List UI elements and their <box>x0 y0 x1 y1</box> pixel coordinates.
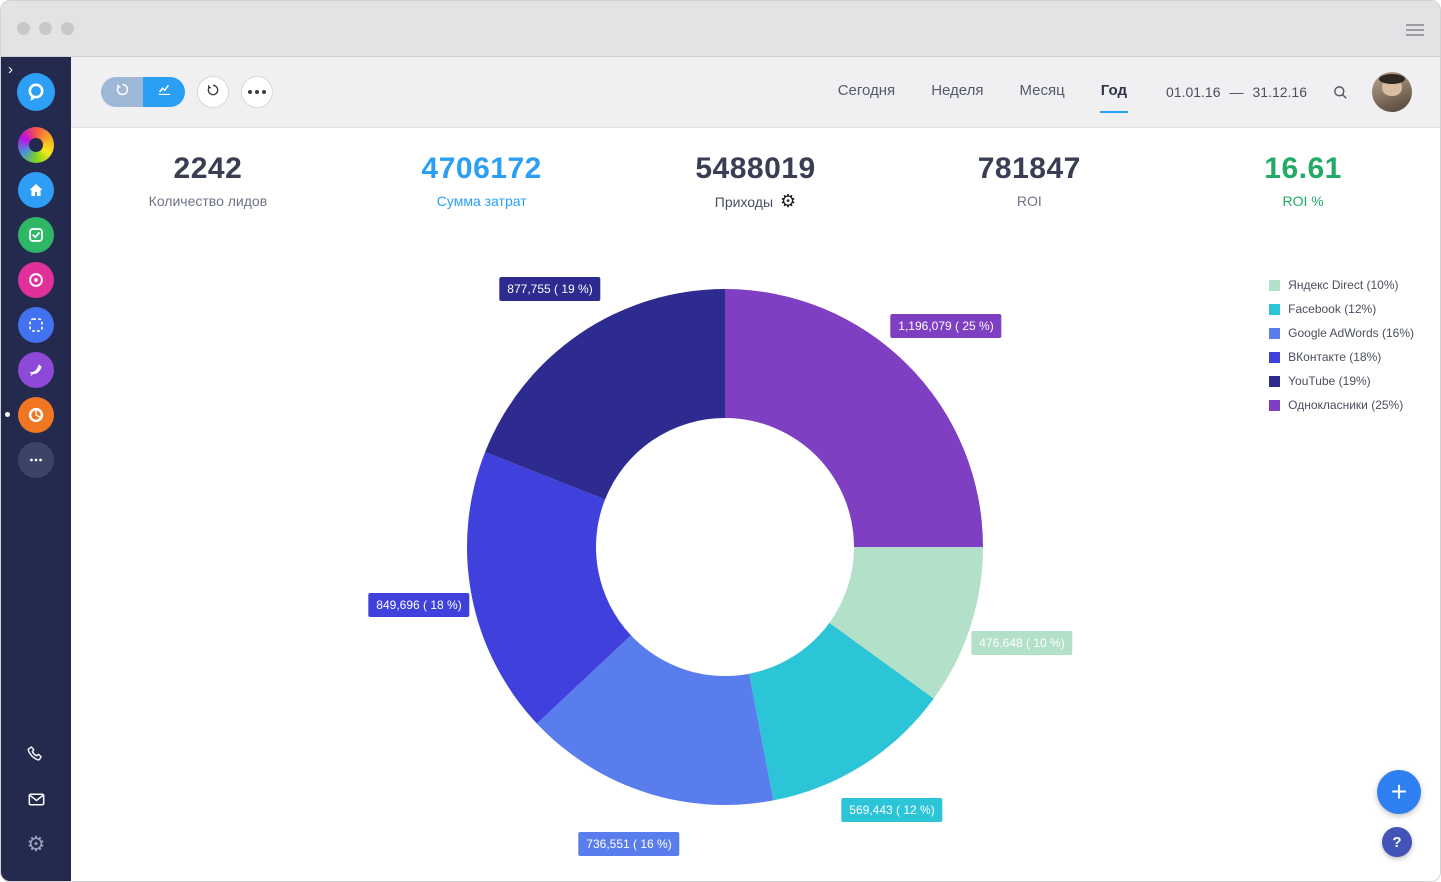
legend-label: Facebook (12%) <box>1288 302 1376 316</box>
sidebar-item-apps[interactable] <box>18 127 54 163</box>
more-options-button[interactable] <box>241 76 273 108</box>
chart-view-button[interactable] <box>143 77 185 107</box>
dashboard-content: 2242 Количество лидов 4706172 Сумма затр… <box>71 128 1440 882</box>
window-controls <box>17 22 74 35</box>
slice-callout-Facebook: 569,443 ( 12 %) <box>841 798 942 822</box>
slice-callout-ВКонтакте: 849,696 ( 18 %) <box>368 593 469 617</box>
ellipsis-icon <box>248 90 266 94</box>
chat-bubble-icon <box>24 80 48 104</box>
legend-label: Однокласники (25%) <box>1288 398 1403 412</box>
slice-callout-YouTube: 877,755 ( 19 %) <box>499 277 600 301</box>
legend-item[interactable]: Facebook (12%) <box>1269 302 1414 316</box>
legend-swatch <box>1269 280 1280 291</box>
window-zoom-button[interactable] <box>61 22 74 35</box>
phone-icon[interactable] <box>24 742 48 766</box>
sidebar-item-chat-logo[interactable] <box>17 73 55 111</box>
bird-icon <box>25 359 47 381</box>
checkbox-icon <box>25 224 47 246</box>
chart-area: 1,196,079 ( 25 %) 476,648 ( 10 %) 569,443 … <box>71 128 1440 882</box>
chart-legend: Яндекс Direct (10%) Facebook (12%) Google … <box>1269 278 1414 422</box>
sidebar-item-more[interactable] <box>18 442 54 478</box>
add-button[interactable]: + <box>1377 770 1421 814</box>
menu-icon[interactable] <box>1406 24 1424 36</box>
legend-label: YouTube (19%) <box>1288 374 1371 388</box>
toolbar: Сегодня Неделя Месяц Год 01.01.16 — 31.1… <box>71 57 1440 128</box>
refresh-icon <box>205 82 221 103</box>
legend-label: Яндекс Direct (10%) <box>1288 278 1398 292</box>
sync-icon <box>114 81 131 103</box>
dashed-square-icon <box>25 314 47 336</box>
slice-callout-Однокласники: 1,196,079 ( 25 %) <box>890 314 1001 338</box>
donut-stats-icon <box>25 404 47 426</box>
user-avatar[interactable] <box>1372 72 1412 112</box>
legend-swatch <box>1269 352 1280 363</box>
app-window: › <box>0 0 1441 882</box>
help-button[interactable]: ? <box>1382 827 1412 857</box>
sync-view-button[interactable] <box>101 77 143 107</box>
legend-swatch <box>1269 400 1280 411</box>
donut-chart[interactable] <box>463 285 987 809</box>
legend-swatch <box>1269 376 1280 387</box>
tab-year[interactable]: Год <box>1100 72 1128 113</box>
sidebar-expand-chevron-icon[interactable]: › <box>8 61 13 78</box>
app-sidebar: › <box>1 57 71 882</box>
legend-swatch <box>1269 328 1280 339</box>
tab-today[interactable]: Сегодня <box>837 72 897 113</box>
active-app-indicator <box>5 412 10 417</box>
legend-item[interactable]: Яндекс Direct (10%) <box>1269 278 1414 292</box>
legend-label: Google AdWords (16%) <box>1288 326 1414 340</box>
date-end[interactable]: 31.12.16 <box>1253 84 1308 100</box>
sidebar-item-home[interactable] <box>18 172 54 208</box>
sidebar-item-analytics[interactable] <box>18 397 54 433</box>
slice-callout-Google AdWords: 736,551 ( 16 %) <box>578 832 679 856</box>
ellipsis-icon <box>25 449 47 471</box>
legend-item[interactable]: Однокласники (25%) <box>1269 398 1414 412</box>
refresh-button[interactable] <box>197 76 229 108</box>
sidebar-item-target[interactable] <box>18 262 54 298</box>
date-separator: — <box>1230 84 1244 100</box>
settings-gear-icon[interactable]: ⚙ <box>24 832 48 856</box>
legend-label: ВКонтакте (18%) <box>1288 350 1381 364</box>
view-mode-segmented-control <box>101 77 185 107</box>
tab-month[interactable]: Месяц <box>1019 72 1066 113</box>
legend-swatch <box>1269 304 1280 315</box>
date-start[interactable]: 01.01.16 <box>1166 84 1221 100</box>
date-range[interactable]: 01.01.16 — 31.12.16 <box>1166 84 1307 100</box>
tab-week[interactable]: Неделя <box>930 72 984 113</box>
period-tabs: Сегодня Неделя Месяц Год <box>837 72 1128 113</box>
window-minimize-button[interactable] <box>39 22 52 35</box>
slice-callout-Яндекс Direct: 476,648 ( 10 %) <box>971 631 1072 655</box>
legend-item[interactable]: YouTube (19%) <box>1269 374 1414 388</box>
sidebar-item-messenger[interactable] <box>18 352 54 388</box>
sidebar-item-board[interactable] <box>18 307 54 343</box>
titlebar <box>1 1 1440 57</box>
legend-item[interactable]: Google AdWords (16%) <box>1269 326 1414 340</box>
mail-icon[interactable] <box>24 787 48 811</box>
search-icon[interactable] <box>1331 83 1350 102</box>
line-chart-icon <box>156 81 173 103</box>
home-icon <box>25 179 47 201</box>
target-icon <box>25 269 47 291</box>
legend-item[interactable]: ВКонтакте (18%) <box>1269 350 1414 364</box>
window-close-button[interactable] <box>17 22 30 35</box>
sidebar-item-tasks[interactable] <box>18 217 54 253</box>
